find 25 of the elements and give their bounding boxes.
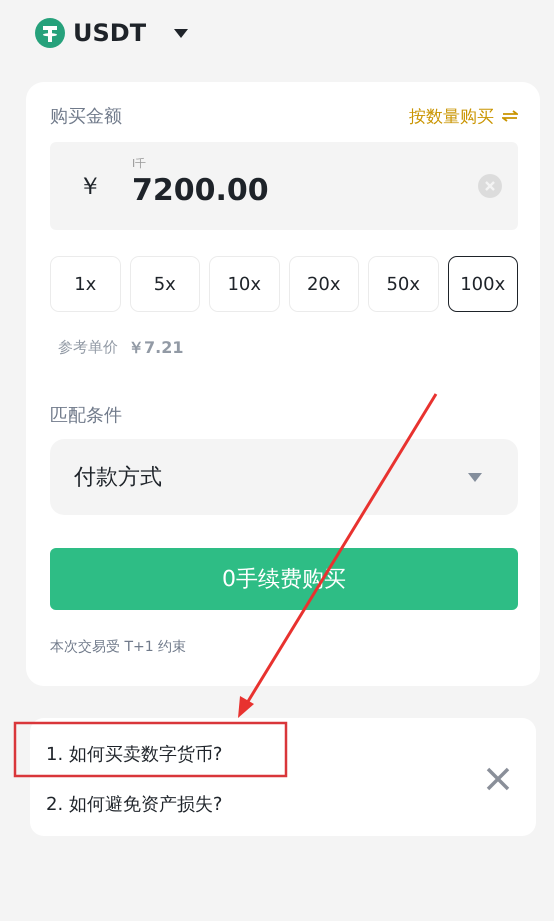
close-button[interactable] xyxy=(486,767,510,791)
multiplier-button[interactable]: 50x xyxy=(368,256,438,312)
reference-price-label: 参考单价 xyxy=(58,338,118,358)
amount-label: 购买金额 xyxy=(50,105,122,128)
payment-method-select[interactable]: 付款方式 xyxy=(50,439,518,515)
multiplier-button[interactable]: 20x xyxy=(288,256,359,312)
multiplier-button[interactable]: 10x xyxy=(209,256,280,312)
tether-logo-icon xyxy=(35,18,65,48)
unit-hint: I千 xyxy=(132,156,146,171)
reference-price-value: ￥7.21 xyxy=(128,338,184,359)
multiplier-button[interactable]: 5x xyxy=(130,256,200,312)
multiplier-button[interactable]: 1x xyxy=(50,256,120,312)
caret-icon xyxy=(468,472,482,482)
caret-icon[interactable] xyxy=(174,28,188,38)
swap-icon xyxy=(502,110,518,122)
amount-value: 7200.00 xyxy=(132,173,269,208)
close-icon xyxy=(486,767,510,791)
match-conditions-label: 匹配条件 xyxy=(50,404,123,427)
trade-note: 本次交易受 T+1 约束 xyxy=(50,638,188,656)
amount-field[interactable]: ￥ I千 7200.00 xyxy=(50,142,518,230)
help-link[interactable]: 1. 如何买卖数字货币? xyxy=(46,742,222,766)
help-link[interactable]: 2. 如何避免资产损失? xyxy=(46,792,222,816)
currency-symbol: ￥ xyxy=(78,171,103,202)
coin-name[interactable]: USDT xyxy=(73,19,146,47)
multiplier-button[interactable]: 100x xyxy=(448,256,518,312)
